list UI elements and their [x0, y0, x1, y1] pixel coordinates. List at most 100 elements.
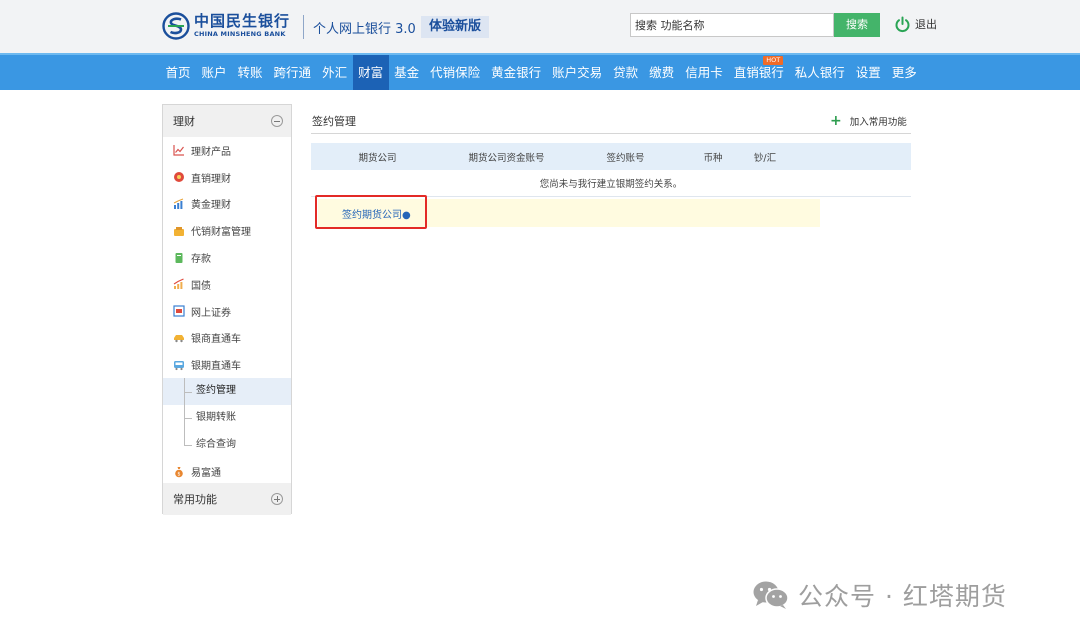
- sidebar-item-label: 存款: [191, 254, 211, 266]
- nav-item-1[interactable]: 账户: [196, 55, 232, 90]
- watermark-text: 公众号 · 红塔期货: [798, 582, 1007, 611]
- sidebar-section-title: 理财: [173, 115, 195, 128]
- column-header-currency: 币种: [682, 143, 744, 170]
- sidebar-subitem-2[interactable]: 综合查询: [163, 431, 291, 459]
- hot-badge: HOT: [763, 56, 784, 65]
- sidebar-subitem-1[interactable]: 银期转账: [163, 404, 291, 432]
- nav-item-label: 代销保险: [430, 65, 481, 80]
- bank-name-en: CHINA MINSHENG BANK: [194, 30, 286, 39]
- new-version-button[interactable]: 体验新版: [421, 16, 490, 38]
- column-header-cash-remit: 钞/汇: [744, 143, 786, 170]
- nav-item-9[interactable]: 账户交易: [547, 55, 608, 90]
- growth-chart-icon: [173, 278, 185, 290]
- sidebar-item-3[interactable]: 代销财富管理: [163, 217, 291, 244]
- sidebar-menu: 理财产品直销理财黄金理财代销财富管理 存款国债网上证券银商直通车银期直通车签约管理…: [163, 137, 291, 485]
- nav-item-label: 首页: [165, 65, 191, 80]
- sidebar-item-label: 国债: [191, 280, 211, 292]
- sidebar-item-label: 直销理财: [191, 173, 231, 185]
- search-button[interactable]: 搜索: [834, 13, 880, 37]
- sidebar-item-label: 网上证券: [191, 307, 231, 319]
- nav-item-3[interactable]: 跨行通: [268, 55, 317, 90]
- column-header-signed-account: 签约账号: [569, 143, 682, 170]
- nav-item-label: 更多: [891, 65, 917, 80]
- nav-item-label: 私人银行: [794, 65, 845, 80]
- nav-item-label: 直销银行: [733, 65, 784, 80]
- search-input[interactable]: [630, 13, 834, 37]
- sidebar-section-favorites[interactable]: 常用功能: [163, 483, 291, 515]
- sidebar-item-label: 银期直通车: [191, 361, 241, 373]
- sidebar-item-2[interactable]: 黄金理财: [163, 191, 291, 218]
- sidebar-item-label: 代销财富管理: [191, 227, 251, 239]
- top-header: 中国民生银行 CHINA MINSHENG BANK 个人网上银行 3.0 体验…: [0, 0, 1080, 53]
- nav-item-7[interactable]: 代销保险: [425, 55, 486, 90]
- sidebar-item-0[interactable]: 理财产品: [163, 137, 291, 164]
- nav-item-label: 信用卡: [685, 65, 723, 80]
- bus-icon: [173, 359, 185, 371]
- sidebar-item-label: 银商直通车: [191, 334, 241, 346]
- sidebar-item-5[interactable]: 国债: [163, 271, 291, 298]
- nav-item-8[interactable]: 黄金银行: [486, 55, 547, 90]
- nav-item-label: 转账: [237, 65, 263, 80]
- coins-icon: [173, 225, 185, 237]
- nav-item-6[interactable]: 基金: [389, 55, 425, 90]
- nav-item-13[interactable]: 直销银行 HOT: [728, 55, 789, 90]
- empty-message: 您尚未与我行建立银期签约关系。: [311, 170, 911, 197]
- sidebar: 理财 理财产品直销理财黄金理财代销财富管理 存款国债网上证券银商直通车银期直通车签…: [162, 104, 292, 515]
- column-header-blank: [786, 143, 911, 170]
- monitor-icon: [173, 305, 185, 317]
- main-nav: 首页 账户 转账 跨行通 外汇 财富 基金 代销保险 黄金银行 账户交易 贷款 缴费 信用卡 直销银行 HO…: [0, 53, 1080, 90]
- sidebar-section-wealth[interactable]: 理财: [163, 105, 291, 137]
- logout-button[interactable]: 退出: [894, 14, 937, 34]
- line-chart-icon: [173, 144, 185, 156]
- sidebar-item-label: 易富通: [191, 468, 221, 480]
- logo-divider: [303, 15, 304, 39]
- table-header-row: 期货公司 期货公司资金账号 签约账号 币种 钞/汇: [311, 143, 911, 170]
- bank-logo[interactable]: 中国民生银行 CHINA MINSHENG BANK: [162, 11, 290, 41]
- nav-item-2[interactable]: 转账: [232, 55, 268, 90]
- highlight-annotation: [315, 195, 427, 229]
- car-icon: [173, 332, 185, 344]
- svg-text:$: $: [177, 471, 180, 477]
- nav-item-label: 账户: [201, 65, 227, 80]
- nav-item-label: 账户交易: [552, 65, 603, 80]
- watermark: 公众号 · 红塔期货: [752, 578, 1007, 612]
- nav-item-5[interactable]: 财富: [352, 55, 389, 90]
- nav-item-label: 设置: [855, 65, 881, 80]
- add-favorite-label: 加入常用功能: [849, 117, 907, 128]
- flower-icon: [173, 171, 185, 183]
- nav-item-15[interactable]: 设置: [850, 55, 886, 90]
- money-bag-icon: $: [173, 466, 185, 478]
- nav-item-label: 基金: [394, 65, 420, 80]
- favorites-title: 常用功能: [173, 493, 217, 506]
- sidebar-item-label: 理财产品: [191, 146, 231, 158]
- plus-icon: +: [830, 113, 842, 129]
- sidebar-item-6[interactable]: 网上证券: [163, 298, 291, 325]
- add-favorite-button[interactable]: + 加入常用功能: [830, 114, 907, 128]
- expand-icon[interactable]: [271, 493, 283, 505]
- passbook-icon: [173, 252, 185, 264]
- logout-label: 退出: [915, 18, 937, 31]
- title-divider: [311, 133, 911, 134]
- sidebar-item-label: 黄金理财: [191, 200, 231, 212]
- sidebar-item-1[interactable]: 直销理财: [163, 164, 291, 191]
- power-icon: [895, 16, 910, 32]
- nav-item-0[interactable]: 首页: [160, 55, 196, 90]
- nav-item-10[interactable]: 贷款: [608, 55, 644, 90]
- sidebar-item-yifutong[interactable]: $ 易富通: [163, 459, 291, 486]
- sidebar-item-4[interactable]: 存款: [163, 244, 291, 271]
- sidebar-subitem-0[interactable]: 签约管理: [163, 378, 291, 405]
- nav-item-label: 贷款: [613, 65, 639, 80]
- nav-item-16[interactable]: 更多: [886, 55, 922, 90]
- nav-item-label: 外汇: [322, 65, 348, 80]
- product-name: 个人网上银行 3.0: [313, 22, 416, 37]
- sidebar-item-7[interactable]: 银商直通车: [163, 325, 291, 352]
- nav-item-14[interactable]: 私人银行: [789, 55, 850, 90]
- sidebar-item-8[interactable]: 银期直通车: [163, 351, 291, 378]
- nav-item-label: 财富: [358, 65, 384, 80]
- nav-item-12[interactable]: 信用卡: [680, 55, 729, 90]
- column-header-fund-account: 期货公司资金账号: [444, 143, 569, 170]
- collapse-icon[interactable]: [271, 115, 283, 127]
- nav-item-4[interactable]: 外汇: [317, 55, 353, 90]
- nav-item-11[interactable]: 缴费: [644, 55, 680, 90]
- minsheng-logo-icon: [162, 12, 190, 40]
